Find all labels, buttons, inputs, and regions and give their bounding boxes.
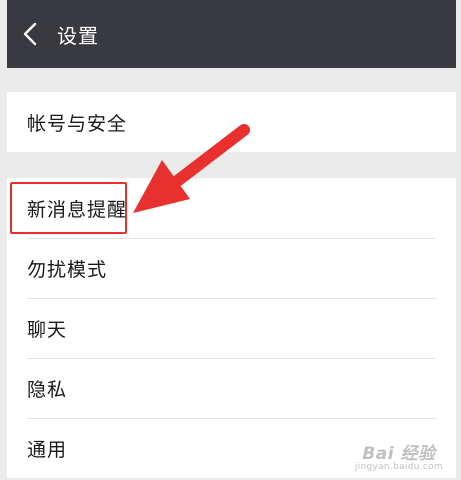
settings-item-do-not-disturb[interactable]: 勿扰模式 [7, 238, 456, 298]
chevron-left-icon [23, 22, 37, 46]
preferences-group: 新消息提醒 勿扰模式 聊天 隐私 通用 [7, 178, 456, 478]
settings-item-new-message-notification[interactable]: 新消息提醒 [7, 178, 456, 238]
account-group: 帐号与安全 [7, 92, 456, 152]
settings-screen: 设置 帐号与安全 新消息提醒 勿扰模式 聊天 隐私 通用 [7, 0, 456, 480]
section-gap [7, 68, 456, 92]
settings-item-label: 新消息提醒 [27, 198, 128, 221]
section-gap [7, 152, 456, 178]
settings-item-label: 帐号与安全 [27, 112, 128, 135]
settings-item-general[interactable]: 通用 [7, 418, 456, 478]
settings-item-chat[interactable]: 聊天 [7, 298, 456, 358]
back-button[interactable] [7, 0, 53, 68]
settings-item-label: 通用 [27, 438, 68, 461]
settings-item-account-security[interactable]: 帐号与安全 [7, 92, 456, 152]
page-title: 设置 [57, 23, 99, 48]
settings-item-label: 隐私 [27, 378, 68, 401]
title-bar: 设置 [7, 0, 456, 68]
settings-item-privacy[interactable]: 隐私 [7, 358, 456, 418]
settings-item-label: 勿扰模式 [27, 258, 108, 281]
settings-item-label: 聊天 [27, 318, 68, 341]
